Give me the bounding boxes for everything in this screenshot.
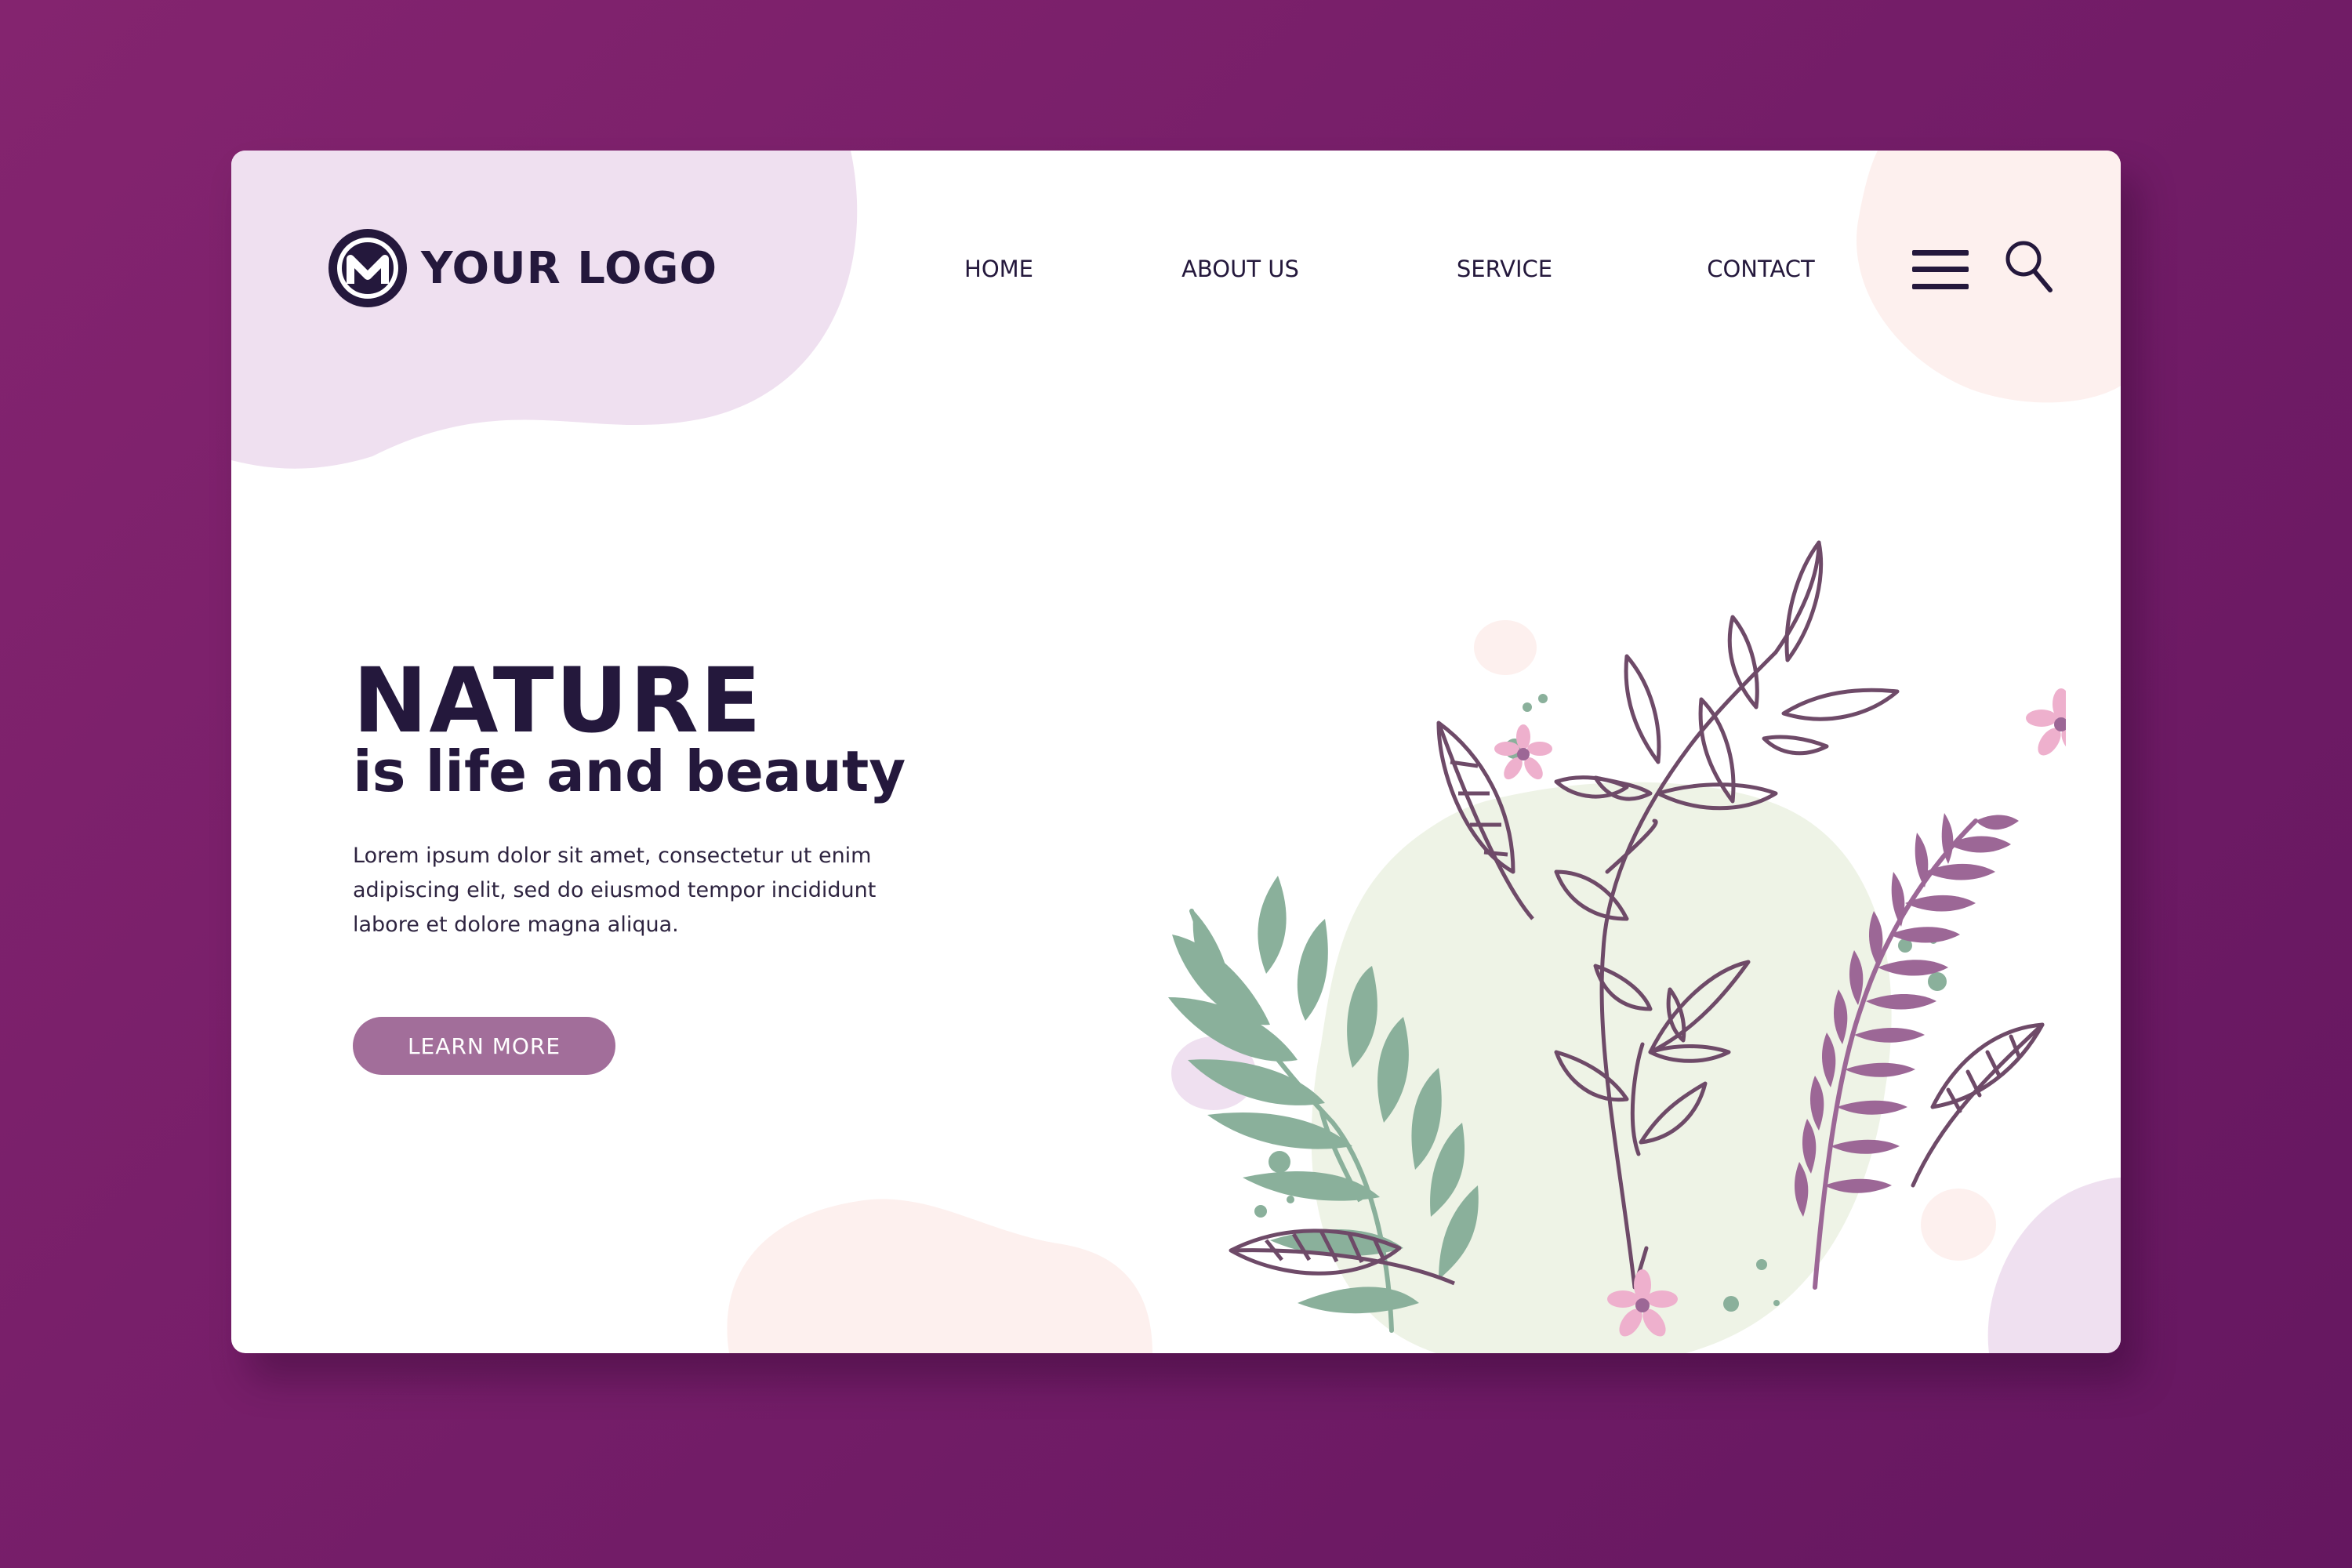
botanical-illustration	[1168, 540, 2066, 1353]
hero-subtitle: is life and beauty	[353, 739, 906, 804]
nav-home-link[interactable]: HOME	[964, 256, 1033, 282]
hero-title: NATURE	[353, 648, 763, 753]
brand-logo[interactable]: YOUR LOGO	[327, 227, 717, 310]
search-icon[interactable]	[2003, 238, 2053, 293]
nav-contact-link[interactable]: CONTACT	[1707, 256, 1815, 282]
logo-text: YOUR LOGO	[421, 242, 718, 294]
outline-leaf-right	[1911, 1022, 2045, 1188]
peach-blob-top	[1474, 620, 1537, 675]
nav-service-link[interactable]: SERVICE	[1457, 256, 1552, 282]
nav-about-us-link[interactable]: ABOUT US	[1181, 256, 1299, 282]
hero-description: Lorem ipsum dolor sit amet, consectetur …	[353, 844, 877, 937]
top-left-blob	[231, 151, 858, 469]
learn-more-button[interactable]: LEARN MORE	[353, 1017, 615, 1075]
hamburger-icon[interactable]	[1912, 249, 1969, 291]
landing-page-card: YOUR LOGO HOME ABOUT US SERVICE CONTACT …	[231, 151, 2121, 1353]
peach-blob-right	[1921, 1189, 1996, 1261]
m-monogram-logo-icon	[328, 229, 407, 307]
